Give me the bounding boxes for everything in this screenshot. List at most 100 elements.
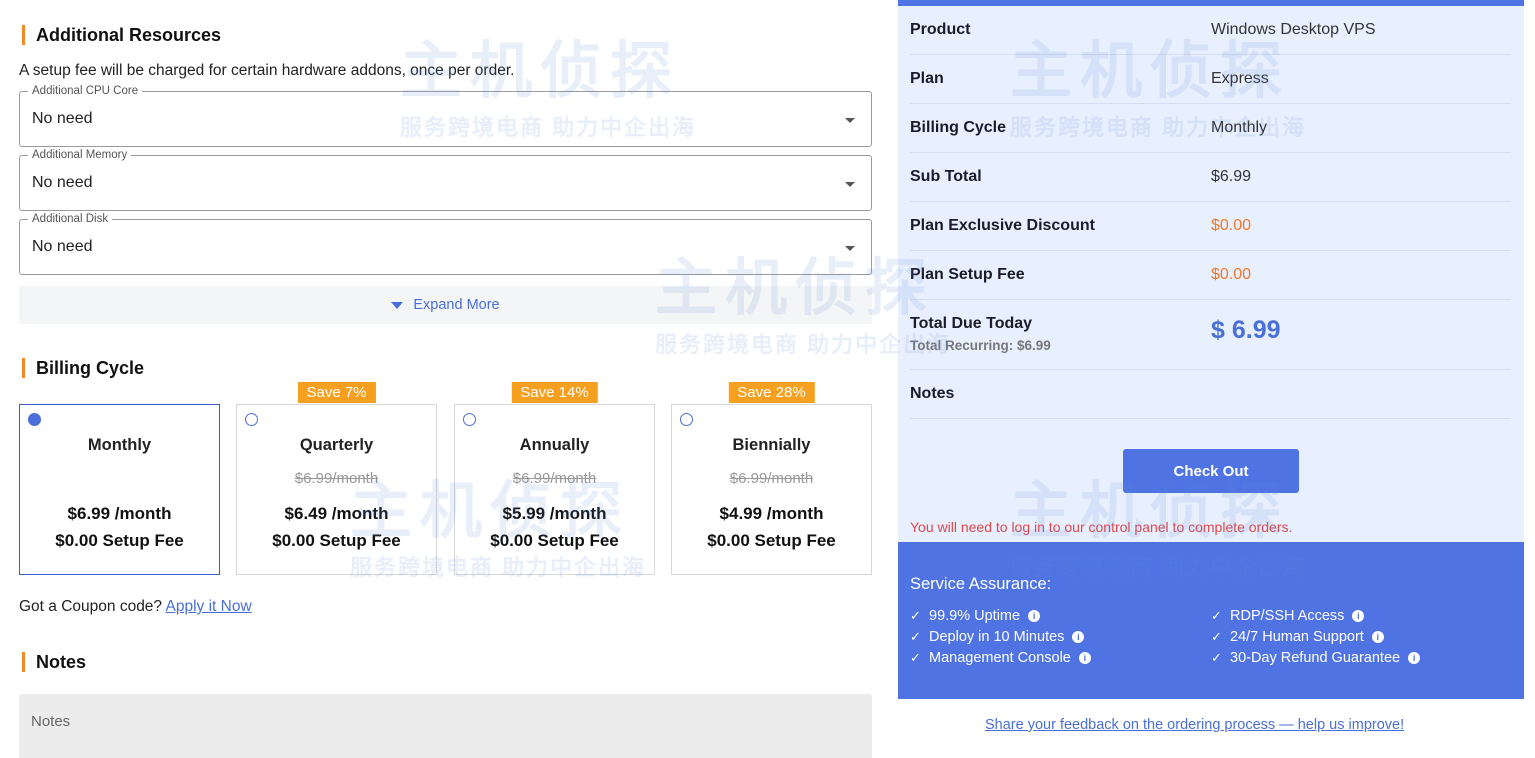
summary-notes-label: Notes — [910, 385, 955, 402]
notes-heading: Notes — [22, 652, 86, 672]
billing-option-name: Quarterly — [299, 436, 374, 454]
check-icon: ✓ — [910, 650, 921, 665]
expand-more-button[interactable]: Expand More — [19, 286, 872, 324]
radio-icon[interactable] — [463, 413, 476, 426]
chevron-down-icon — [845, 246, 855, 251]
assurance-item-label: Deploy in 10 Minutes — [929, 629, 1065, 645]
radio-selected-icon[interactable] — [28, 413, 41, 426]
summary-row-billing-cycle: Billing Cycle Monthly — [910, 104, 1511, 153]
summary-row-discount: Plan Exclusive Discount $0.00 — [910, 202, 1511, 251]
chevron-down-icon — [845, 118, 855, 123]
left-column: Additional Resources A setup fee will be… — [0, 0, 890, 758]
disk-select[interactable]: Additional Disk No need — [19, 212, 872, 275]
summary-key: Plan Exclusive Discount — [910, 217, 1095, 234]
check-icon: ✓ — [1211, 629, 1222, 644]
billing-option-name: Biennially — [732, 436, 811, 454]
summary-value: $0.00 — [1211, 266, 1252, 283]
summary-row-notes: Notes — [910, 370, 1511, 419]
memory-value: No need — [32, 174, 93, 191]
billing-option-old-price: $6.99/month — [512, 470, 597, 487]
order-summary-panel: Product Windows Desktop VPS Plan Express… — [898, 0, 1524, 542]
billing-option-monthly[interactable]: Monthly $6.99 /month $0.00 Setup Fee — [19, 404, 220, 575]
cpu-core-value: No need — [32, 110, 93, 127]
caret-down-icon — [391, 301, 404, 309]
save-badge: Save 28% — [728, 382, 815, 403]
summary-row-plan: Plan Express — [910, 55, 1511, 104]
billing-option-price: $6.49 /month — [284, 504, 389, 523]
summary-key: Plan Setup Fee — [910, 266, 1025, 283]
billing-option-old-price: $6.99/month — [294, 470, 379, 487]
save-badge: Save 7% — [297, 382, 376, 403]
billing-cycle-heading: Billing Cycle — [22, 358, 144, 378]
info-icon[interactable]: i — [1028, 610, 1041, 622]
billing-option-price: $4.99 /month — [719, 504, 824, 523]
total-due-label: Total Due Today — [910, 315, 1033, 332]
summary-row-setup-fee: Plan Setup Fee $0.00 — [910, 251, 1511, 300]
cpu-core-select[interactable]: Additional CPU Core No need — [19, 84, 872, 147]
setup-fee-note: A setup fee will be charged for certain … — [19, 62, 515, 79]
order-summary-column: Product Windows Desktop VPS Plan Express… — [898, 0, 1524, 758]
coupon-row: Got a Coupon code? Apply it Now — [19, 598, 252, 616]
billing-option-setup: $0.00 Setup Fee — [55, 531, 184, 550]
summary-key: Product — [910, 21, 971, 38]
cpu-core-label: Additional CPU Core — [28, 84, 143, 98]
summary-value: Windows Desktop VPS — [1211, 21, 1376, 38]
check-icon: ✓ — [1211, 650, 1222, 665]
check-icon: ✓ — [910, 629, 921, 644]
billing-option-old-price: $6.99/month — [729, 470, 814, 487]
save-badge: Save 14% — [511, 382, 598, 403]
billing-option-setup: $0.00 Setup Fee — [272, 531, 401, 550]
service-assurance-title: Service Assurance: — [910, 575, 1052, 593]
check-icon: ✓ — [910, 608, 921, 623]
info-icon[interactable]: i — [1072, 631, 1085, 643]
billing-option-price: $5.99 /month — [502, 504, 607, 523]
assurance-item: ✓ 24/7 Human Support i — [1211, 629, 1384, 645]
notes-placeholder: Notes — [31, 713, 71, 730]
memory-label: Additional Memory — [28, 148, 132, 162]
billing-option-setup: $0.00 Setup Fee — [490, 531, 619, 550]
summary-value: Monthly — [1211, 119, 1268, 136]
info-icon[interactable]: i — [1352, 610, 1365, 622]
assurance-item-label: 99.9% Uptime — [929, 608, 1021, 624]
billing-option-name: Annually — [519, 436, 590, 454]
memory-select[interactable]: Additional Memory No need — [19, 148, 872, 211]
check-icon: ✓ — [1211, 608, 1222, 623]
coupon-text: Got a Coupon code? — [19, 598, 163, 615]
feedback-link[interactable]: Share your feedback on the ordering proc… — [985, 717, 1404, 733]
radio-icon[interactable] — [245, 413, 258, 426]
assurance-item-label: 30-Day Refund Guarantee — [1230, 650, 1401, 666]
billing-option-price: $6.99 /month — [67, 504, 172, 523]
summary-value: $6.99 — [1211, 168, 1252, 185]
summary-key: Billing Cycle — [910, 119, 1007, 136]
assurance-item-label: RDP/SSH Access — [1230, 608, 1345, 624]
total-due-value: $ 6.99 — [1211, 316, 1281, 344]
login-required-note: You will need to log in to our control p… — [910, 519, 1293, 535]
summary-key: Plan — [910, 70, 944, 87]
radio-icon[interactable] — [680, 413, 693, 426]
service-assurance-panel: Service Assurance: ✓ 99.9% Uptime i ✓ De… — [898, 542, 1524, 699]
summary-value: $0.00 — [1211, 217, 1252, 234]
total-recurring: Total Recurring: $6.99 — [910, 338, 1051, 353]
info-icon[interactable]: i — [1078, 652, 1091, 664]
assurance-item: ✓ 30-Day Refund Guarantee i — [1211, 650, 1421, 666]
billing-option-setup: $0.00 Setup Fee — [707, 531, 836, 550]
notes-textarea[interactable]: Notes — [19, 694, 872, 758]
info-icon[interactable]: i — [1408, 652, 1421, 664]
assurance-item: ✓ RDP/SSH Access i — [1211, 608, 1365, 624]
summary-row-total: Total Due Today Total Recurring: $6.99 $… — [910, 300, 1511, 370]
info-icon[interactable]: i — [1371, 631, 1384, 643]
assurance-item-label: Management Console — [929, 650, 1071, 666]
billing-option-annually[interactable]: Save 14% Annually $6.99/month $5.99 /mon… — [454, 382, 655, 575]
summary-value: Express — [1211, 70, 1269, 87]
assurance-item: ✓ 99.9% Uptime i — [910, 608, 1041, 624]
billing-option-name: Monthly — [87, 436, 152, 454]
checkout-button[interactable]: Check Out — [1123, 449, 1299, 493]
assurance-item: ✓ Deploy in 10 Minutes i — [910, 629, 1085, 645]
expand-more-label: Expand More — [413, 297, 500, 313]
apply-coupon-link[interactable]: Apply it Now — [166, 598, 252, 615]
billing-option-biennially[interactable]: Save 28% Biennially $6.99/month $4.99 /m… — [671, 382, 872, 575]
summary-row-product: Product Windows Desktop VPS — [910, 6, 1511, 55]
billing-option-quarterly[interactable]: Save 7% Quarterly $6.99/month $6.49 /mon… — [236, 382, 437, 575]
chevron-down-icon — [845, 182, 855, 187]
summary-key: Sub Total — [910, 168, 982, 185]
